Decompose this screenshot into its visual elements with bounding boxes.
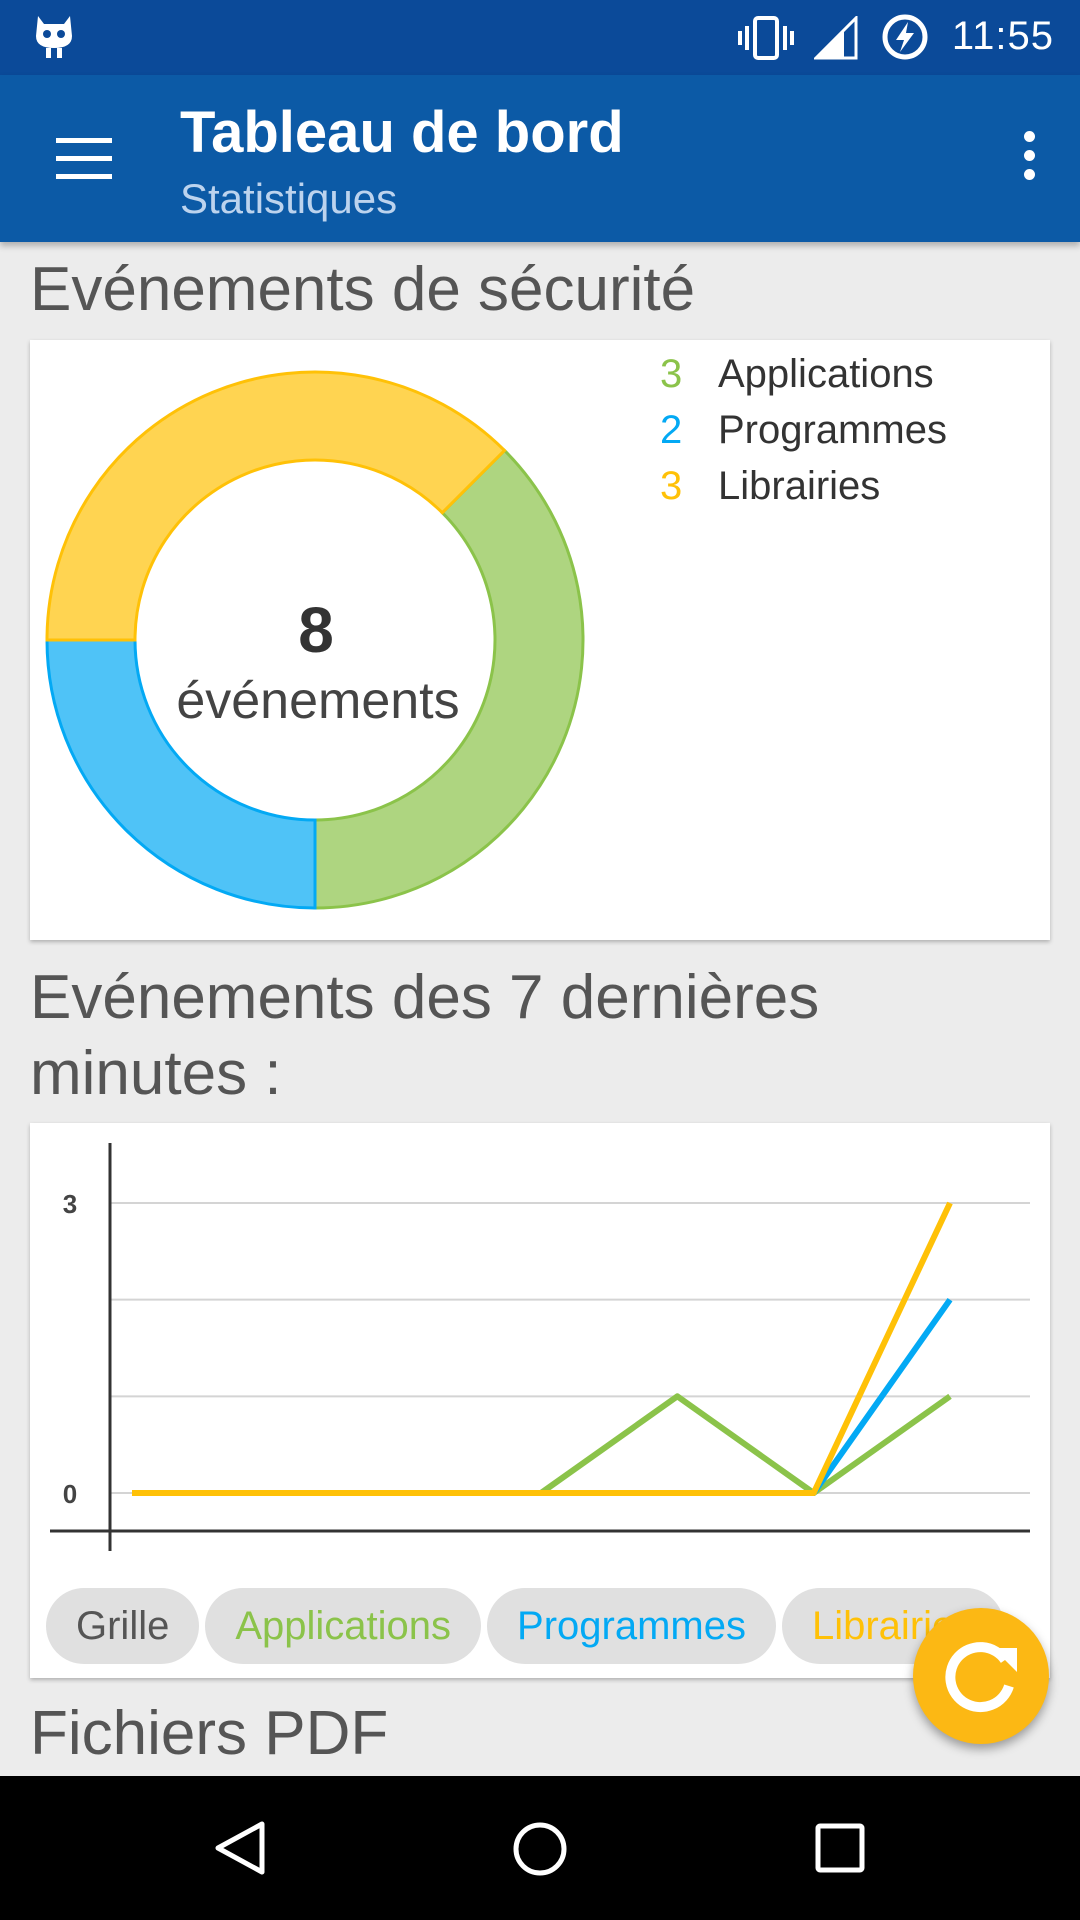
- security-events-card: 8 événements 3 Applications 2 Programmes 3…: [30, 340, 1050, 940]
- more-options-icon[interactable]: [1022, 131, 1036, 185]
- recents-icon[interactable]: [814, 1822, 866, 1874]
- recent-events-line-chart: 03: [50, 1143, 1030, 1551]
- legend-count: 2: [660, 408, 683, 452]
- recent-events-card: 03 Grille Applications Programmes Librairie…: [30, 1123, 1050, 1678]
- chip-programmes[interactable]: Programmes: [487, 1588, 776, 1664]
- home-icon[interactable]: [511, 1820, 569, 1878]
- legend-item-librairies: 3 Librairies: [660, 458, 947, 514]
- system-nav-bar: [0, 1776, 1080, 1920]
- series-line-librairies: [132, 1201, 953, 1496]
- status-bar: 11:55: [0, 0, 1080, 75]
- page-subtitle: Statistiques: [180, 175, 398, 222]
- vibrate-icon: [738, 16, 794, 60]
- recent-events-heading-line2: minutes :: [30, 1039, 282, 1108]
- app-bar: Tableau de bord Statistiques: [0, 75, 1080, 242]
- legend-count: 3: [660, 352, 683, 396]
- security-donut-chart: 8 événements: [45, 370, 585, 910]
- y-tick-label: 0: [63, 1479, 77, 1509]
- series-filter-chips: Grille Applications Programmes Librairies: [46, 1588, 1046, 1664]
- refresh-button[interactable]: [913, 1608, 1049, 1744]
- legend-label: Librairies: [718, 464, 881, 508]
- recent-events-heading-line1: Evénements des 7 dernières: [30, 963, 820, 1032]
- signal-icon: [814, 16, 858, 60]
- legend-label: Programmes: [718, 408, 947, 452]
- legend-label: Applications: [718, 352, 934, 396]
- pdf-files-heading: Fichiers PDF: [30, 1699, 389, 1768]
- donut-total-label: événements: [176, 672, 459, 730]
- donut-total: 8: [298, 594, 334, 666]
- recent-events-heading: Evénements des 7 dernières minutes :: [30, 960, 819, 1112]
- page-title: Tableau de bord: [180, 100, 624, 165]
- refresh-icon: [945, 1642, 1017, 1713]
- cyanogen-icon: [36, 16, 72, 58]
- legend-count: 3: [660, 464, 683, 508]
- legend-item-programmes: 2 Programmes: [660, 402, 947, 458]
- menu-icon[interactable]: [56, 138, 112, 179]
- security-events-heading: Evénements de sécurité: [30, 255, 696, 324]
- battery-charging-icon: [882, 14, 928, 60]
- chip-applications[interactable]: Applications: [205, 1588, 482, 1664]
- donut-slice-librairies: [45, 370, 507, 642]
- chip-grille[interactable]: Grille: [46, 1588, 200, 1664]
- donut-legend: 3 Applications 2 Programmes 3 Librairies: [660, 346, 947, 514]
- y-tick-label: 3: [63, 1189, 77, 1219]
- clock: 11:55: [951, 14, 1054, 58]
- back-icon[interactable]: [212, 1820, 268, 1876]
- legend-item-applications: 3 Applications: [660, 346, 947, 402]
